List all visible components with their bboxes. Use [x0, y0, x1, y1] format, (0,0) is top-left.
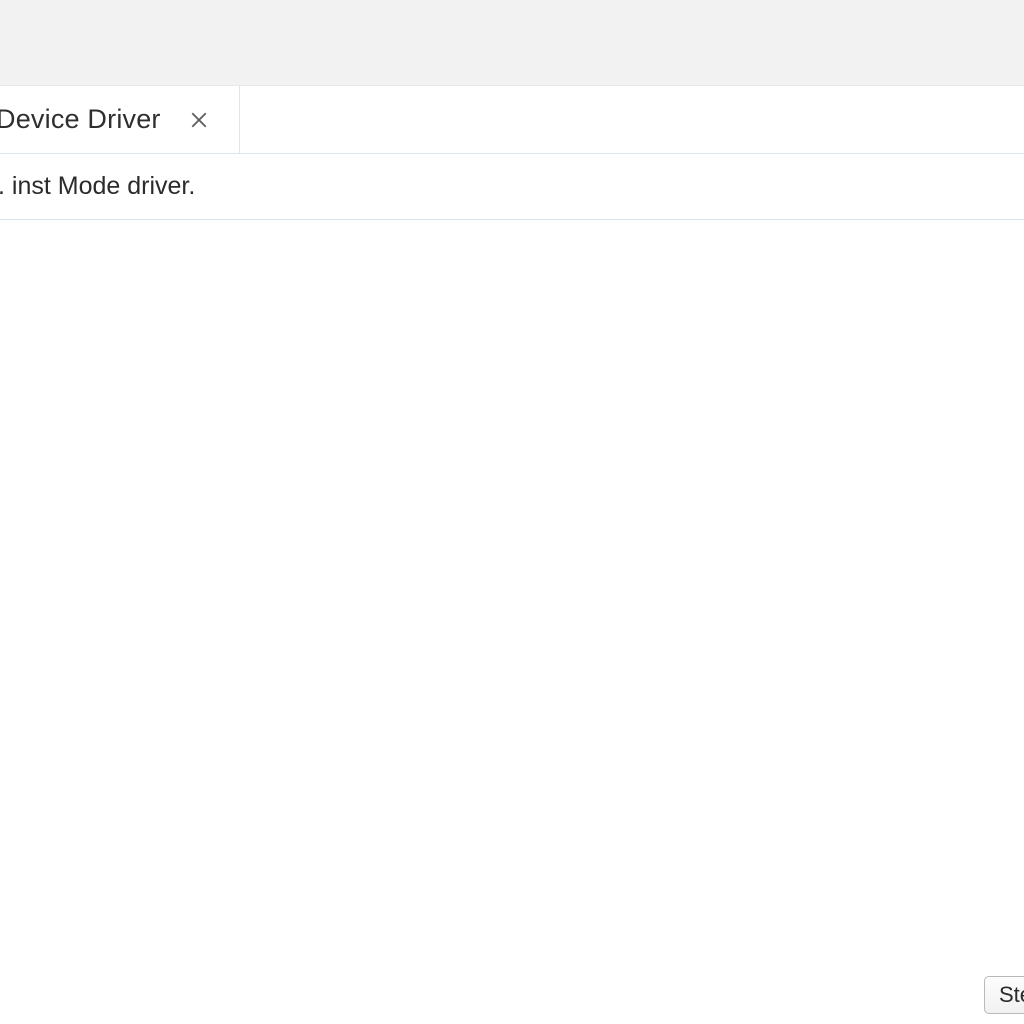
step-button-label: Ste	[999, 982, 1024, 1008]
step-button[interactable]: Ste	[984, 976, 1024, 1014]
tab-strip: Device Driver	[0, 86, 1024, 154]
footer: Ste	[0, 966, 1024, 1024]
title-bar	[0, 0, 1024, 86]
info-row: . inst Mode driver.	[0, 154, 1024, 220]
content-area	[0, 220, 1024, 966]
info-text: . inst Mode driver.	[0, 172, 195, 201]
tab-label: Device Driver	[0, 104, 161, 135]
close-icon[interactable]	[185, 106, 213, 134]
tab-device-driver[interactable]: Device Driver	[0, 86, 240, 153]
